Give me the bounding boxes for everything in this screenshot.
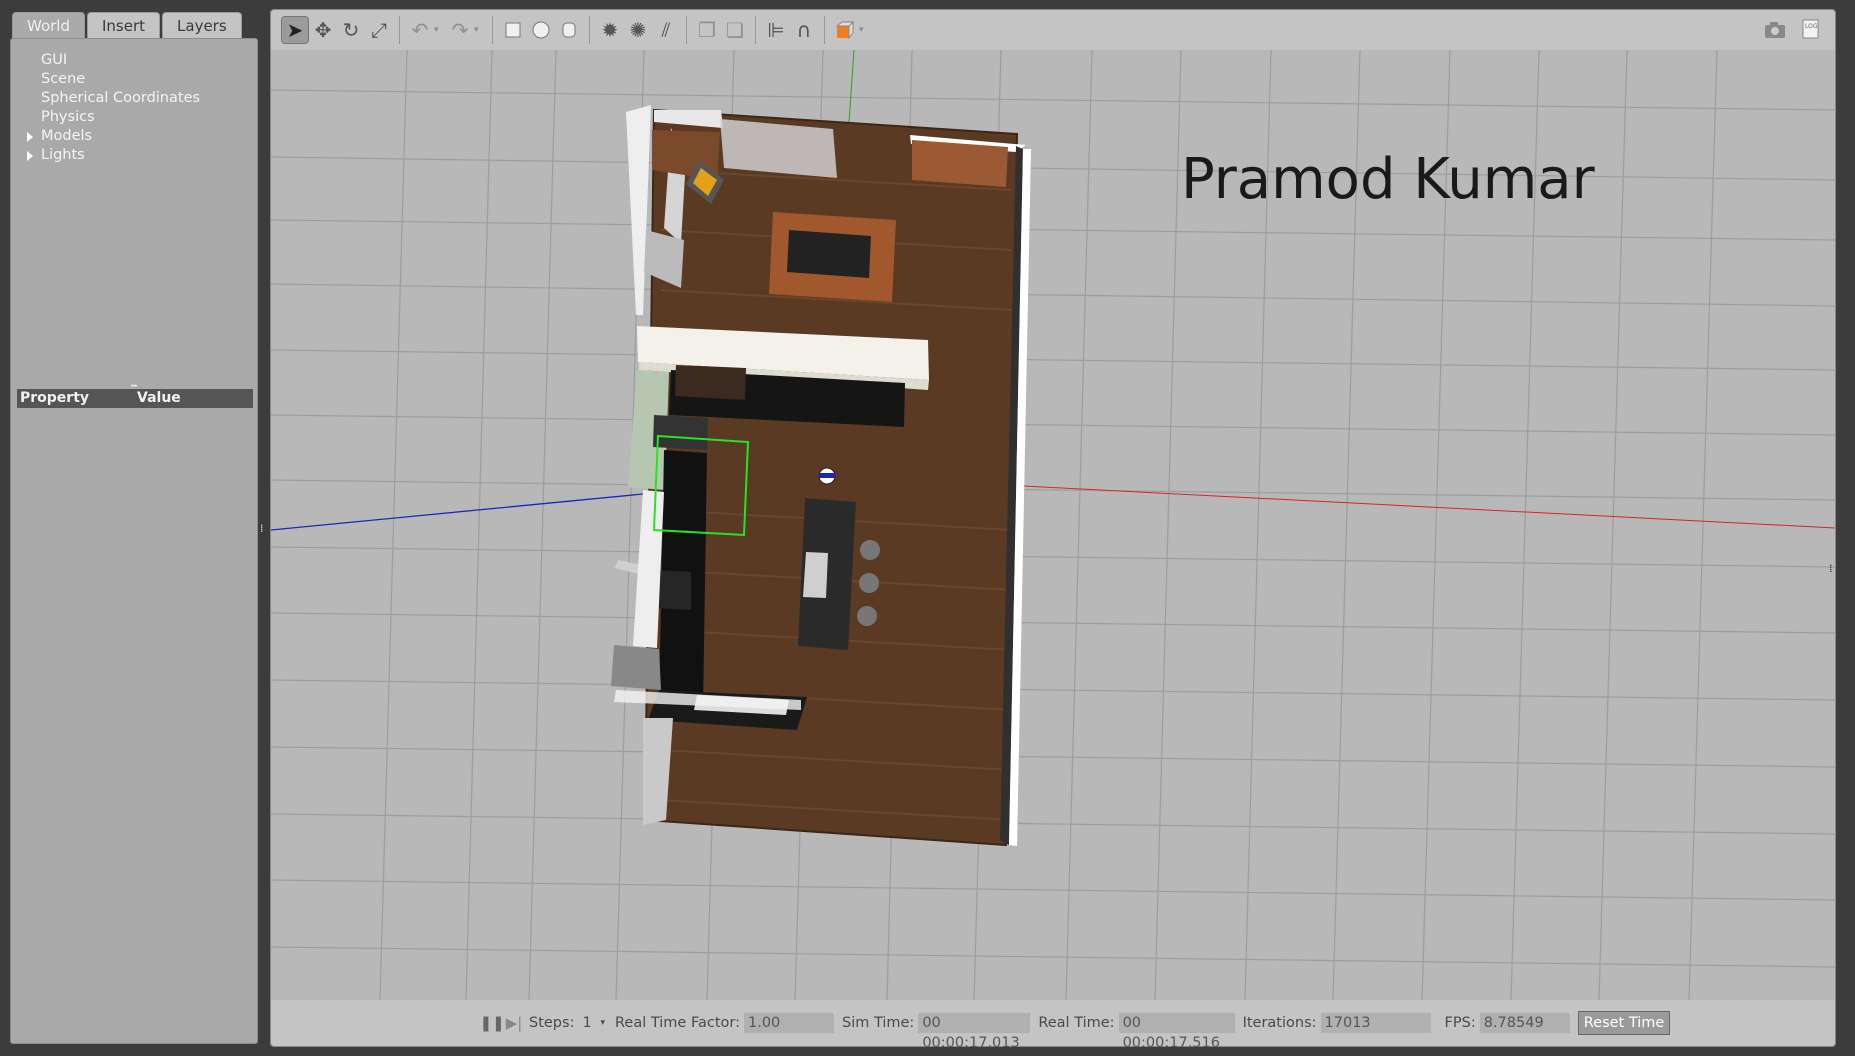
toolbar: ➤ ✥ ↻ ⤢ ↶ ▾ ↷ ▾ ✹ ✺ ⫽ ❐ ❏ ⊫ ∩ ▾ LOG — [271, 10, 1835, 50]
expand-arrow-icon[interactable] — [27, 151, 33, 161]
tree-item-label: Scene — [41, 71, 86, 87]
property-table-header: Property Value — [17, 389, 253, 408]
chevron-down-icon[interactable]: ▾ — [474, 25, 486, 35]
box-shape-icon[interactable] — [499, 16, 527, 44]
iterations-label: Iterations: — [1242, 1015, 1317, 1031]
tree-item-models[interactable]: Models — [17, 127, 200, 146]
snap-icon[interactable]: ∩ — [790, 16, 818, 44]
3d-viewport[interactable]: Pramod Kumar ⁞ — [271, 50, 1835, 1000]
world-panel: GUI Scene Spherical Coordinates Physics … — [10, 38, 258, 1044]
tree-item-gui[interactable]: GUI — [17, 51, 200, 70]
fps-label: FPS: — [1444, 1015, 1476, 1031]
tree-item-scene[interactable]: Scene — [17, 70, 200, 89]
steps-spinbox[interactable]: 1 — [582, 1015, 600, 1031]
step-forward-icon[interactable]: ▶| — [503, 1009, 525, 1037]
tab-world[interactable]: World — [12, 12, 85, 38]
tree-item-label: GUI — [41, 52, 68, 68]
log-icon[interactable]: LOG — [1797, 16, 1825, 44]
spot-light-icon[interactable]: ✺ — [624, 16, 652, 44]
fps-field: 8.78549 — [1479, 1013, 1570, 1033]
real-time-field: 00 00:00:17.516 — [1118, 1013, 1235, 1051]
real-time-factor-label: Real Time Factor: — [615, 1015, 740, 1031]
steps-label: Steps: — [529, 1015, 575, 1031]
left-tabs: World Insert Layers — [12, 12, 242, 38]
select-mode-icon[interactable]: ➤ — [281, 16, 309, 44]
real-time-factor-field: 1.00 — [743, 1013, 834, 1033]
directional-light-icon[interactable]: ⫽ — [652, 16, 680, 44]
tree-item-physics[interactable]: Physics — [17, 108, 200, 127]
scale-mode-icon[interactable]: ⤢ — [365, 16, 393, 44]
toolbar-divider — [686, 16, 687, 44]
tab-insert[interactable]: Insert — [87, 12, 161, 38]
pause-icon[interactable]: ❚❚ — [479, 1009, 504, 1037]
overlay-watermark-text: Pramod Kumar — [1181, 147, 1596, 212]
tree-item-label: Models — [41, 128, 93, 144]
toolbar-divider — [399, 16, 400, 44]
toolbar-divider — [589, 16, 590, 44]
redo-icon[interactable]: ↷ — [446, 16, 474, 44]
house-model — [611, 105, 1031, 847]
left-panel-collapse-handle[interactable]: ⁞ — [260, 522, 266, 536]
sim-time-field: 00 00:00:17.013 — [918, 1013, 1031, 1051]
tree-item-label: Lights — [41, 147, 85, 163]
toolbar-divider — [492, 16, 493, 44]
property-column-header[interactable]: Property — [17, 389, 137, 408]
tree-item-label: Spherical Coordinates — [41, 90, 201, 106]
point-light-icon[interactable]: ✹ — [596, 16, 624, 44]
undo-icon[interactable]: ↶ — [406, 16, 434, 44]
align-icon[interactable]: ⊫ — [762, 16, 790, 44]
reset-time-button[interactable]: Reset Time — [1577, 1011, 1671, 1035]
translate-mode-icon[interactable]: ✥ — [309, 16, 337, 44]
toolbar-divider — [824, 16, 825, 44]
tab-layers[interactable]: Layers — [162, 12, 242, 38]
chevron-down-icon[interactable]: ▾ — [859, 25, 871, 35]
chevron-down-icon[interactable]: ▾ — [600, 1018, 605, 1028]
sim-time-label: Sim Time: — [841, 1015, 915, 1031]
view-angle-icon[interactable] — [831, 16, 859, 44]
screenshot-icon[interactable] — [1761, 16, 1789, 44]
toolbar-right: LOG — [1761, 16, 1825, 44]
tree-item-label: Physics — [41, 109, 95, 125]
ground-grid — [271, 50, 1835, 1000]
tree-item-lights[interactable]: Lights — [17, 146, 200, 165]
sphere-shape-icon[interactable] — [527, 16, 555, 44]
rotate-mode-icon[interactable]: ↻ — [337, 16, 365, 44]
real-time-label: Real Time: — [1038, 1015, 1115, 1031]
left-panel: World Insert Layers GUI Scene Spherical … — [8, 8, 260, 1048]
chevron-down-icon[interactable]: ▾ — [434, 25, 446, 35]
world-tree: GUI Scene Spherical Coordinates Physics … — [17, 51, 200, 165]
right-panel-collapse-handle[interactable]: ⁞ — [1829, 562, 1835, 575]
bottom-bar: ❚❚ ▶| Steps: 1 ▾ Real Time Factor: 1.00 … — [271, 1000, 1835, 1051]
tree-item-spherical-coordinates[interactable]: Spherical Coordinates — [17, 89, 200, 108]
iterations-field: 17013 — [1320, 1013, 1431, 1033]
cylinder-shape-icon[interactable] — [555, 16, 583, 44]
toolbar-divider — [755, 16, 756, 44]
expand-arrow-icon[interactable] — [27, 132, 33, 142]
copy-icon[interactable]: ❐ — [693, 16, 721, 44]
svg-text:LOG: LOG — [1805, 23, 1818, 30]
render-window: ➤ ✥ ↻ ⤢ ↶ ▾ ↷ ▾ ✹ ✺ ⫽ ❐ ❏ ⊫ ∩ ▾ LOG Pram… — [270, 9, 1836, 1051]
paste-icon[interactable]: ❏ — [721, 16, 749, 44]
value-column-header[interactable]: Value — [137, 389, 181, 408]
